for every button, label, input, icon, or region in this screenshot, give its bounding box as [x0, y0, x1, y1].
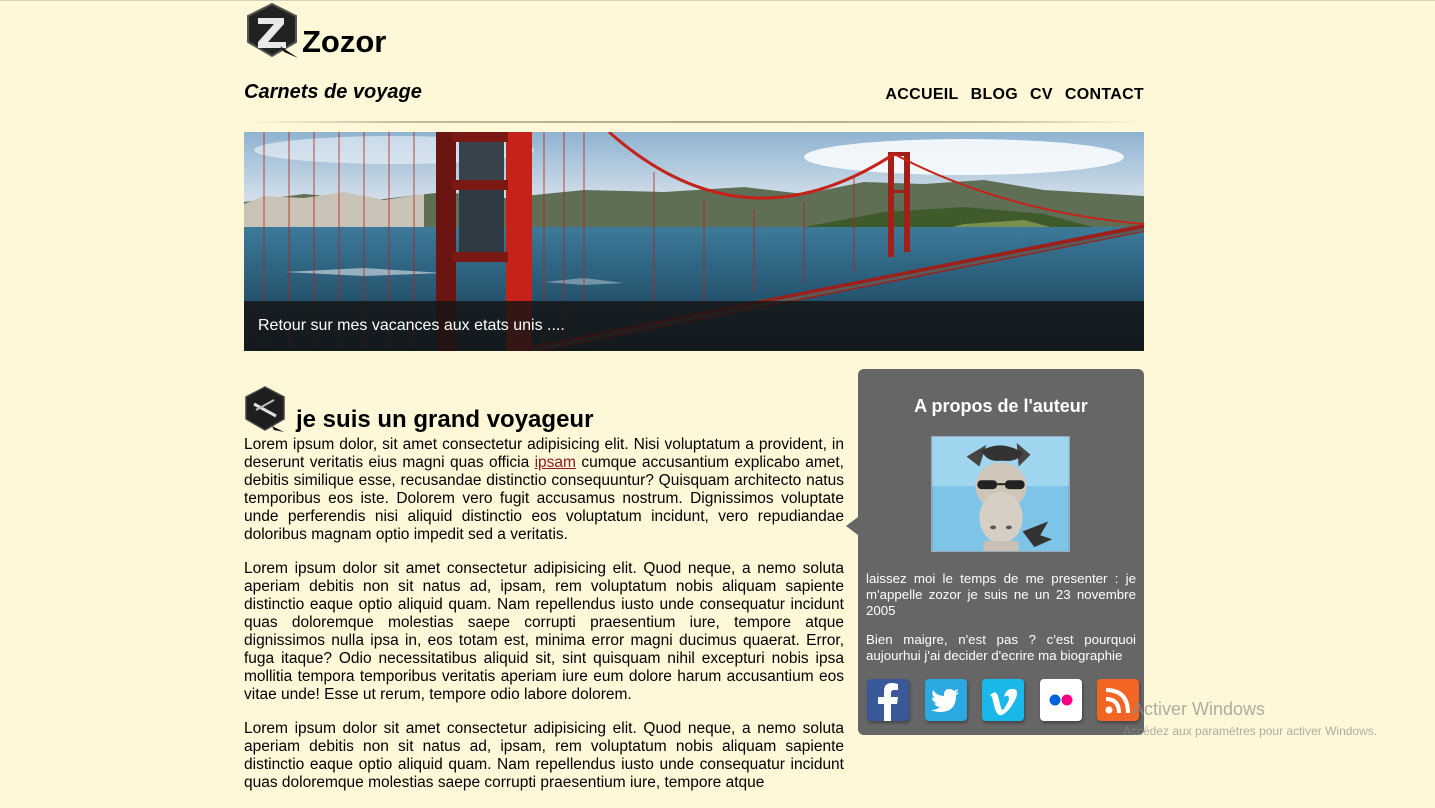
- about-paragraph-2: Bien maigre, n'est pas ? c'est pourquoi …: [866, 632, 1136, 663]
- article-paragraph-2: Lorem ipsum dolor sit amet consectetur a…: [244, 560, 844, 703]
- banner: Retour sur mes vacances aux etats unis .…: [244, 132, 1144, 351]
- nav-accueil[interactable]: ACCUEIL: [885, 86, 958, 104]
- vimeo-icon: [990, 688, 1018, 716]
- twitter-button[interactable]: [924, 679, 967, 721]
- panel-pointer: [846, 517, 858, 535]
- page: Zozor Carnets de voyage ACCUEIL BLOG CV …: [244, 0, 1144, 791]
- banner-caption: Retour sur mes vacances aux etats unis .…: [244, 301, 1144, 351]
- social-links: [867, 679, 1139, 721]
- about-title: A propos de l'auteur: [914, 396, 1088, 416]
- article-header: je suis un grand voyageur: [244, 382, 844, 432]
- header-divider: [244, 121, 1144, 123]
- nav-cv[interactable]: CV: [1030, 86, 1053, 104]
- brand-name: Zozor: [302, 24, 387, 59]
- flickr-button[interactable]: [1039, 679, 1082, 721]
- inline-link[interactable]: ipsam: [535, 454, 576, 471]
- watermark-title: Activer Windows: [1132, 699, 1266, 719]
- zozor-logo-icon: [247, 2, 298, 58]
- site-tagline: Carnets de voyage: [244, 81, 422, 103]
- flickr-icon: [1049, 694, 1072, 706]
- main-nav: ACCUEIL BLOG CV CONTACT: [885, 86, 1144, 104]
- facebook-button[interactable]: [867, 679, 909, 721]
- tools-icon: [245, 386, 285, 432]
- author-avatar: [931, 436, 1070, 552]
- article-title: je suis un grand voyageur: [296, 406, 594, 433]
- about-author-panel: A propos de l'auteur laissez moi le temp…: [846, 369, 1144, 735]
- facebook-icon: [878, 683, 898, 721]
- brand[interactable]: Zozor: [244, 2, 386, 60]
- article-paragraph-3: Lorem ipsum dolor sit amet consectetur a…: [244, 720, 844, 791]
- windows-activation-watermark: Activer Windows Accédez aux paramètres p…: [1123, 699, 1435, 738]
- nav-contact[interactable]: CONTACT: [1065, 86, 1144, 104]
- about-paragraph-1: laissez moi le temps de me presenter : j…: [866, 571, 1136, 618]
- vimeo-button[interactable]: [982, 679, 1024, 721]
- twitter-icon: [930, 689, 959, 712]
- watermark-subtitle: Accédez aux paramètres pour activer Wind…: [1123, 724, 1378, 738]
- nav-blog[interactable]: BLOG: [971, 86, 1018, 104]
- article: je suis un grand voyageur Lorem ipsum do…: [244, 382, 844, 808]
- about-text: laissez moi le temps de me presenter : j…: [866, 571, 1136, 677]
- article-paragraph-1: Lorem ipsum dolor, sit amet consectetur …: [244, 436, 844, 544]
